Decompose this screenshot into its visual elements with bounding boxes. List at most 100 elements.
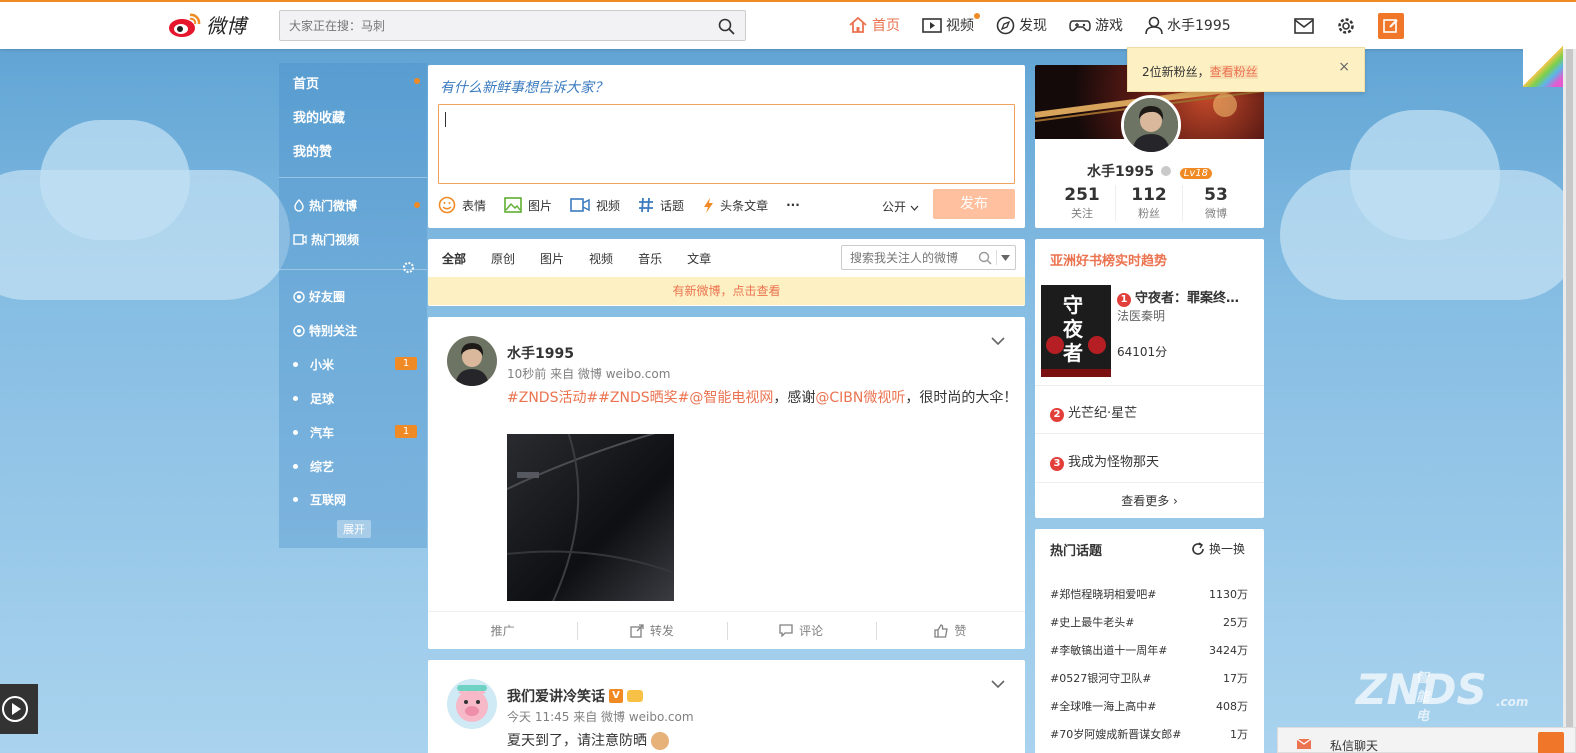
expand-button[interactable]: 展开: [337, 520, 371, 538]
sidebar-item-label: 足球: [310, 392, 335, 406]
sidebar-item-label: 好友圈: [309, 290, 346, 304]
topic-row[interactable]: #李敏镐出道十一周年# 3424万: [1050, 642, 1248, 658]
view-followers-link[interactable]: 查看粉丝: [1209, 65, 1258, 79]
sidebar-item-hot-weibo[interactable]: 热门微博: [293, 197, 357, 214]
video-notification-dot: [974, 13, 980, 19]
visibility-dropdown[interactable]: 公开: [882, 198, 919, 215]
book-item-3[interactable]: 3 我成为怪物那天: [1050, 451, 1159, 471]
more-button[interactable]: ···: [786, 198, 800, 212]
scrollbar-thumb[interactable]: [1566, 49, 1573, 739]
post-text-segment: ，很时尚的大伞！: [905, 390, 1018, 406]
topic-row[interactable]: #史上最牛老头# 25万: [1050, 614, 1248, 630]
chevron-down-icon[interactable]: [991, 337, 1005, 346]
video-button[interactable]: 视频: [570, 197, 620, 214]
tab-all[interactable]: 全部: [442, 250, 466, 267]
hashtag-link[interactable]: #ZNDS活动##ZNDS晒奖#@智能电视网: [507, 390, 773, 406]
nav-user[interactable]: 水手1995: [1145, 15, 1231, 35]
page-corner-ribbon[interactable]: [1523, 45, 1563, 87]
search-input[interactable]: [280, 11, 700, 40]
nav-home-label: 首页: [872, 18, 900, 34]
topic-row[interactable]: #0527银河守卫队# 17万: [1050, 670, 1248, 686]
settings-gear-icon[interactable]: [402, 261, 415, 274]
tab-original[interactable]: 原创: [491, 250, 515, 267]
comment-button[interactable]: 评论: [726, 612, 876, 649]
close-icon[interactable]: ×: [1338, 59, 1350, 75]
search-icon[interactable]: [978, 251, 992, 265]
like-button[interactable]: 赞: [875, 612, 1025, 649]
book-cover-image[interactable]: 守夜者: [1041, 285, 1111, 377]
post-textarea[interactable]: [438, 104, 1015, 184]
mail-icon[interactable]: [1294, 18, 1314, 34]
tab-image[interactable]: 图片: [540, 250, 564, 267]
sidebar-item-friends-circle[interactable]: 好友圈: [293, 288, 345, 305]
topic-row[interactable]: #郑恺程晓玥相爱吧# 1130万: [1050, 586, 1248, 602]
tab-article[interactable]: 文章: [687, 250, 711, 267]
sidebar-item-home[interactable]: 首页: [293, 73, 319, 92]
video-player-widget[interactable]: [0, 684, 38, 734]
user-avatar-image: [1124, 98, 1178, 152]
unread-badge: 1: [395, 425, 417, 438]
repost-button[interactable]: 转发: [577, 612, 726, 649]
stat-following[interactable]: 251 关注: [1049, 185, 1115, 221]
avatar[interactable]: [1121, 95, 1181, 155]
book-author: 法医秦明: [1117, 309, 1166, 323]
rank-badge: 3: [1050, 457, 1064, 471]
avatar[interactable]: [447, 336, 497, 386]
sidebar-group-variety[interactable]: 综艺: [293, 458, 334, 475]
scrollbar[interactable]: [1563, 49, 1576, 753]
avatar[interactable]: [447, 679, 497, 729]
sidebar-item-label: 我的赞: [293, 145, 333, 160]
level-badge[interactable]: Lv18: [1179, 168, 1212, 179]
sidebar-item-hot-video[interactable]: 热门视频: [293, 231, 359, 248]
chat-open-icon[interactable]: [1538, 732, 1564, 753]
new-posts-notice[interactable]: 有新微博，点击查看: [428, 277, 1025, 305]
image-button[interactable]: 图片: [504, 197, 552, 214]
post-author-name[interactable]: 水手1995: [507, 343, 574, 363]
tab-video[interactable]: 视频: [589, 250, 613, 267]
sidebar-item-likes[interactable]: 我的赞: [293, 141, 332, 160]
new-follower-notification: 2位新粉丝，查看粉丝 ×: [1127, 47, 1365, 92]
weibo-logo[interactable]: 微博: [168, 10, 246, 39]
mention-link[interactable]: @CIBN微视听: [815, 390, 905, 406]
compose-button[interactable]: [1378, 13, 1404, 39]
search-icon[interactable]: [718, 18, 735, 35]
book-item-2[interactable]: 2 光芒纪·星芒: [1050, 402, 1137, 422]
topic-button[interactable]: 话题: [638, 197, 684, 214]
refresh-button[interactable]: 换一换: [1191, 540, 1245, 557]
logo-text: 微博: [206, 14, 246, 38]
sidebar-group-internet[interactable]: 互联网: [293, 491, 346, 508]
stat-followers[interactable]: 112 粉丝: [1115, 185, 1182, 221]
sidebar-group-car[interactable]: 汽车: [293, 424, 334, 441]
see-more-link[interactable]: 查看更多 ›: [1035, 492, 1264, 509]
publish-button[interactable]: 发布: [933, 189, 1015, 219]
topic-row[interactable]: #全球唯一海上高中# 408万: [1050, 698, 1248, 714]
nav-video[interactable]: 视频: [922, 13, 980, 35]
emoji-button[interactable]: 表情: [438, 196, 486, 214]
nav-home[interactable]: 首页: [848, 15, 900, 35]
private-chat-bar[interactable]: 私信聊天: [1277, 727, 1576, 753]
topic-row[interactable]: #70岁阿嫂成新晋谋女郎# 1万: [1050, 726, 1248, 742]
sidebar-item-favorites[interactable]: 我的收藏: [293, 107, 345, 126]
sidebar-item-special-follow[interactable]: 特别关注: [293, 322, 357, 339]
profile-name[interactable]: 水手1995 Lv18: [1035, 161, 1264, 181]
thumbs-up-icon: [934, 623, 949, 638]
follow-search-input[interactable]: [842, 246, 972, 269]
nav-discover[interactable]: 发现: [996, 15, 1047, 35]
promote-button[interactable]: 推广: [428, 612, 577, 649]
caret-down-icon[interactable]: [1001, 255, 1010, 261]
gear-icon[interactable]: [1336, 16, 1356, 36]
nav-game[interactable]: 游戏: [1069, 15, 1123, 35]
book-item-1[interactable]: 1 守夜者：罪案终…: [1117, 287, 1239, 307]
stat-label: 关注: [1071, 207, 1093, 220]
sidebar-group-football[interactable]: 足球: [293, 390, 334, 407]
bullet-icon: [293, 464, 298, 469]
stat-posts[interactable]: 53 微博: [1182, 185, 1249, 221]
sidebar-group-xiaomi[interactable]: 小米: [293, 356, 334, 373]
tab-music[interactable]: 音乐: [638, 250, 662, 267]
post-author-name[interactable]: 我们爱讲冷笑话 V: [507, 686, 643, 706]
card-title[interactable]: 亚洲好书榜实时趋势: [1050, 250, 1167, 269]
chevron-down-icon[interactable]: [991, 680, 1005, 689]
article-button[interactable]: 头条文章: [702, 197, 768, 214]
follow-search-box: [841, 245, 1016, 270]
post-image[interactable]: [496, 423, 688, 615]
